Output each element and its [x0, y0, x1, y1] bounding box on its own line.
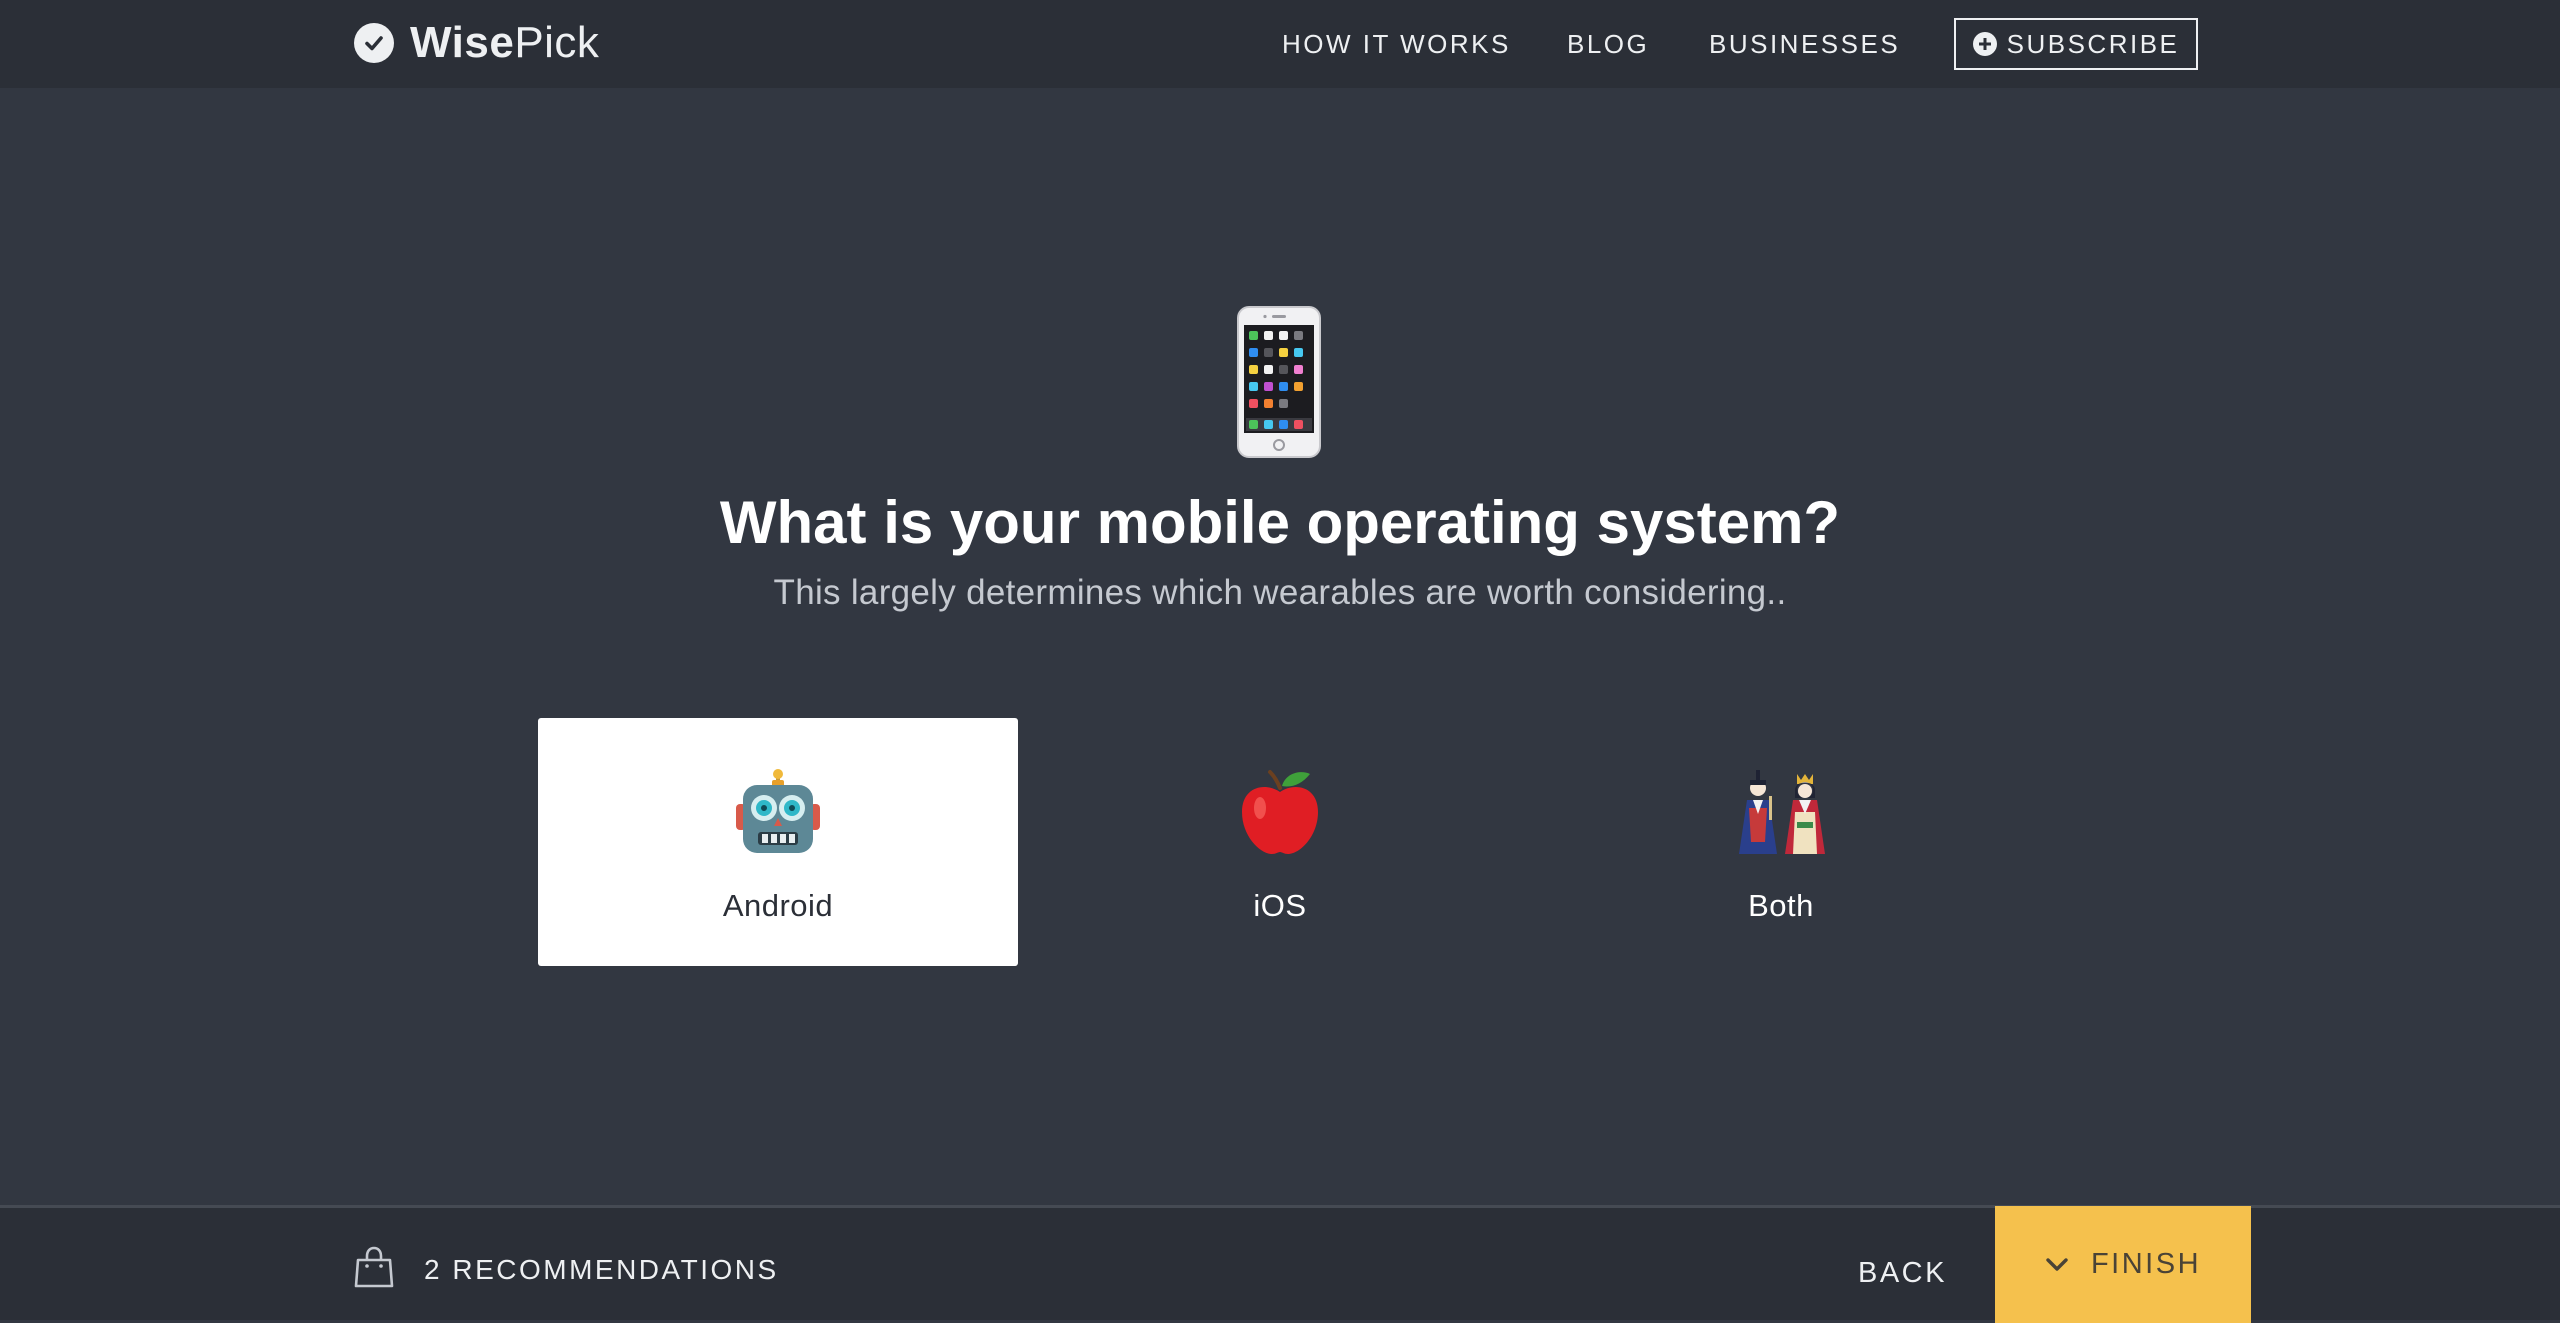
mobile-phone-icon: [1236, 306, 1322, 458]
plus-circle-icon: [1972, 32, 1997, 56]
question-title: What is your mobile operating system?: [719, 489, 1841, 556]
brand-name: WisePick: [410, 21, 599, 65]
subscribe-button[interactable]: SUBSCRIBE: [1954, 18, 2198, 70]
shopping-bag-icon: [354, 1246, 394, 1295]
option-android[interactable]: Android: [538, 718, 1018, 966]
brand-bold: Wise: [410, 18, 515, 67]
option-both[interactable]: Both: [1541, 718, 2021, 966]
back-button[interactable]: BACK: [1858, 1251, 1947, 1295]
question-subtitle: This largely determines which wearables …: [773, 573, 1787, 612]
robot-icon: [734, 768, 822, 861]
option-ios[interactable]: iOS: [1040, 718, 1520, 966]
recommendations-label: 2 RECOMMENDATIONS: [424, 1254, 779, 1285]
brand-regular: Pick: [514, 18, 600, 67]
nav-blog[interactable]: BLOG: [1567, 18, 1649, 70]
top-navbar: WisePick HOW IT WORKS BLOG BUSINESSES SU…: [0, 0, 2560, 88]
check-circle-icon: [354, 23, 394, 63]
nav-businesses[interactable]: BUSINESSES: [1709, 18, 1900, 70]
finish-label: FINISH: [2090, 1248, 2202, 1280]
wisepick-logo[interactable]: WisePick: [354, 20, 599, 66]
option-label: Android: [722, 888, 834, 923]
dolls-icon: [1735, 768, 1827, 861]
recommendations-button[interactable]: 2 RECOMMENDATIONS: [354, 1246, 779, 1295]
finish-button[interactable]: FINISH: [1995, 1206, 2251, 1323]
red-apple-icon: [1236, 768, 1324, 861]
option-label: Both: [1748, 888, 1814, 923]
bottom-bar: 2 RECOMMENDATIONS BACK FINISH: [0, 1205, 2560, 1323]
nav-how-it-works[interactable]: HOW IT WORKS: [1282, 18, 1511, 70]
option-label: iOS: [1253, 888, 1307, 923]
chevron-down-icon: [2045, 1248, 2069, 1281]
subscribe-label: SUBSCRIBE: [2006, 28, 2180, 59]
